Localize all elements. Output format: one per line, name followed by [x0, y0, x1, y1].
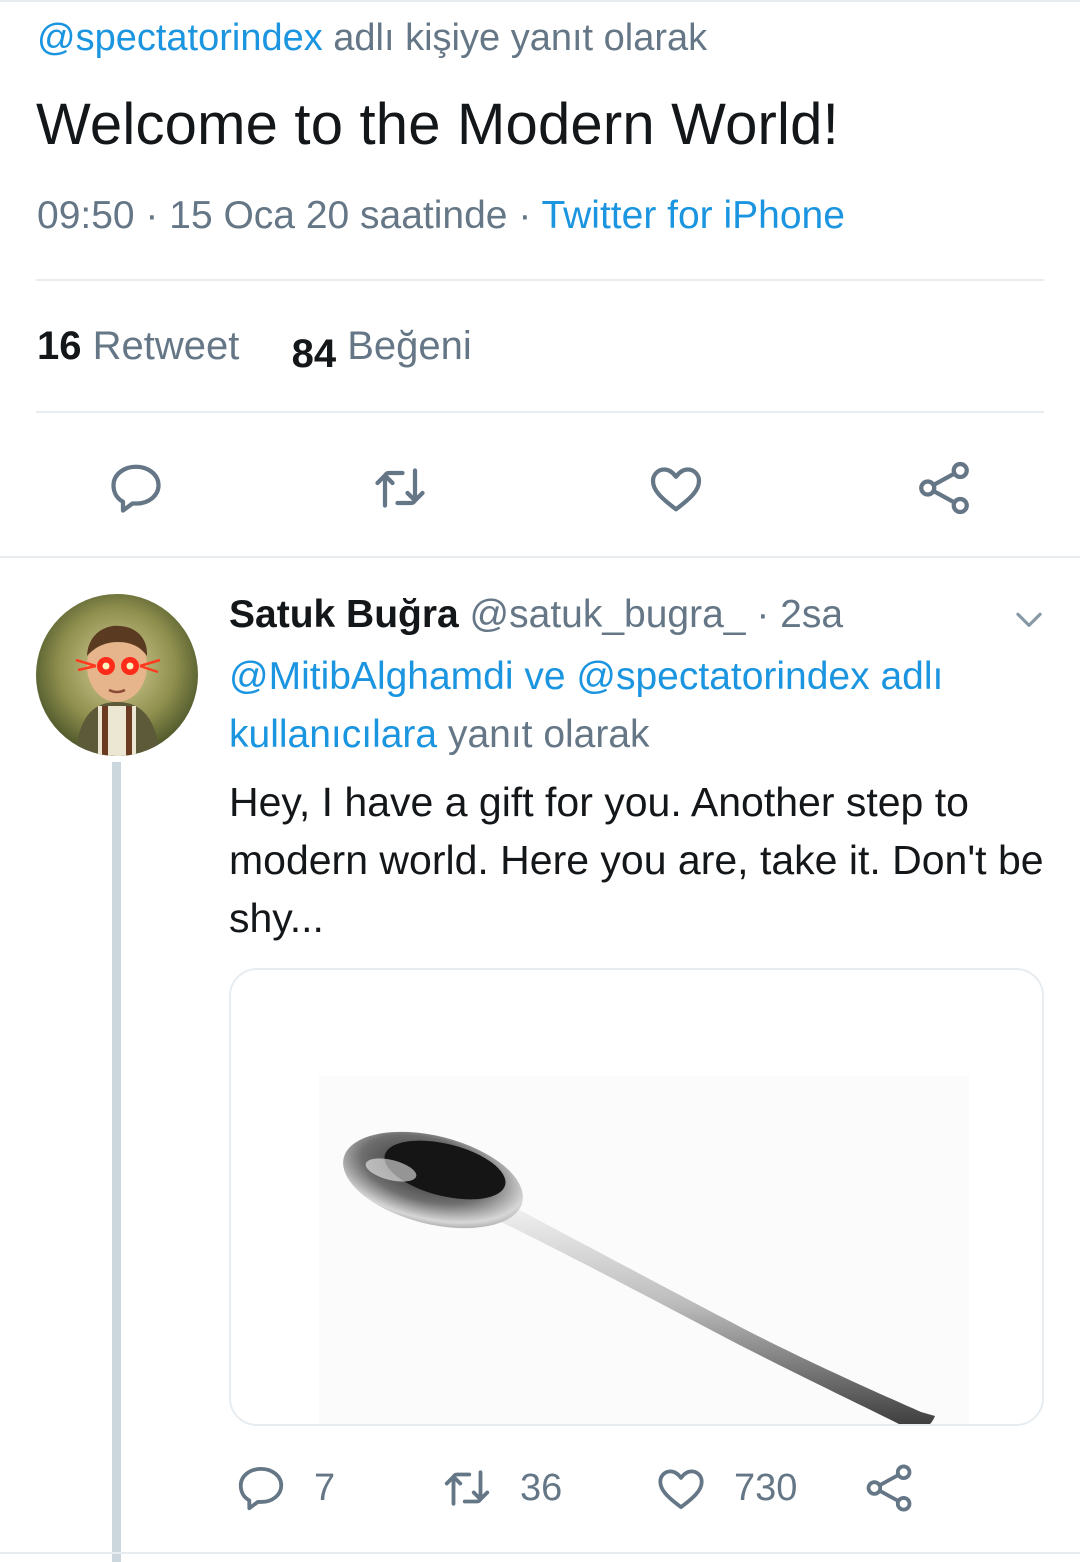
tweet-timestamp: 09:50 · 15 Oca 20 saatinde ·: [37, 194, 542, 237]
divider: [36, 411, 1044, 413]
reply-context: @MitibAlghamdi ve @spectatorindex adlı k…: [229, 648, 1049, 764]
reply-context: @spectatorindex adlı kişiye yanıt olarak: [37, 14, 707, 62]
author-handle-time: @satuk_bugra_ · 2sa: [458, 593, 844, 636]
like-count: 84: [291, 332, 337, 376]
like-stat[interactable]: 84 Beğeni: [292, 324, 472, 376]
author-name[interactable]: Satuk Buğra: [229, 593, 459, 636]
share-button[interactable]: [862, 1456, 916, 1520]
tweet-meta: 09:50 · 15 Oca 20 saatinde · Twitter for…: [37, 190, 845, 242]
tweet-stats: 16 Retweet 84 Beğeni: [37, 318, 472, 376]
retweet-count: 16: [37, 324, 82, 368]
retweet-count: 36: [520, 1466, 563, 1509]
retweet-icon: [444, 1470, 490, 1506]
reply-count: 7: [314, 1466, 336, 1509]
tweet-text: Welcome to the Modern World!: [36, 92, 839, 157]
reply-text: Hey, I have a gift for you. Another step…: [229, 779, 1044, 941]
retweet-button[interactable]: 36: [440, 1456, 562, 1520]
divider: [36, 279, 1044, 281]
reply-icon: [238, 1466, 284, 1511]
like-icon: [658, 1469, 704, 1510]
avatar[interactable]: [36, 594, 198, 756]
reply-context-suffix: yanıt olarak: [437, 713, 650, 756]
reply-context-suffix: adlı kişiye yanıt olarak: [322, 17, 708, 59]
reply-button[interactable]: 7: [234, 1456, 335, 1520]
reply-header: Satuk Buğra @satuk_bugra_ · 2sa: [229, 588, 843, 642]
retweet-label: Retweet: [92, 324, 240, 368]
like-label: Beğeni: [347, 324, 472, 368]
like-count: 730: [734, 1466, 798, 1509]
reply-handle-link[interactable]: @spectatorindex: [37, 17, 323, 59]
bottom-divider: [0, 1552, 1080, 1554]
retweet-stat[interactable]: 16 Retweet: [37, 324, 239, 368]
share-icon[interactable]: [912, 456, 976, 520]
reply-icon[interactable]: [104, 456, 168, 520]
thread-line: [112, 762, 121, 1562]
section-divider: [0, 556, 1080, 558]
share-icon: [866, 1464, 912, 1512]
chevron-down-icon[interactable]: [1010, 600, 1048, 638]
retweet-icon[interactable]: [368, 456, 432, 520]
like-icon[interactable]: [644, 456, 708, 520]
tweet-source-link[interactable]: Twitter for iPhone: [541, 194, 844, 237]
like-button[interactable]: 730: [654, 1456, 797, 1520]
tweet-image[interactable]: [229, 968, 1044, 1426]
top-divider: [0, 0, 1080, 4]
